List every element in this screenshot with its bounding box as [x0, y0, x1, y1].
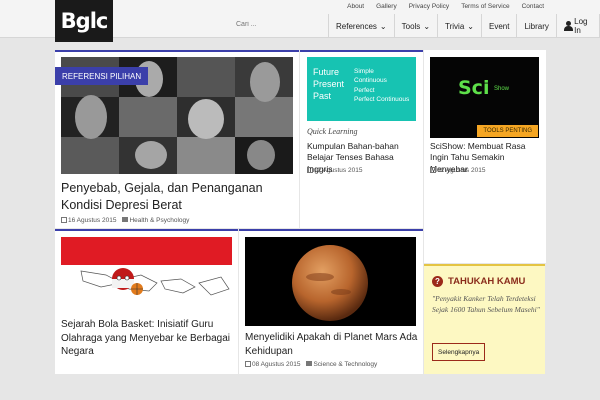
link-about[interactable]: About [347, 3, 364, 10]
calendar-icon [430, 167, 436, 173]
featured-date-text: 16 Agustus 2015 [68, 217, 117, 224]
tenses-perfect-continuous: Perfect Continuous [354, 96, 410, 104]
nav-trivia-label: Trivia [445, 21, 465, 31]
tenses-meta: 12 Agustus 2015 [307, 167, 362, 174]
nav-event[interactable]: Event [480, 14, 516, 38]
mars-planet-photo [245, 237, 416, 326]
site-logo[interactable]: Bglc [55, 0, 113, 42]
user-icon [563, 21, 574, 31]
tenses-image-left: Future Present Past [313, 66, 344, 102]
chevron-down-icon: ⌄ [379, 21, 387, 31]
logo-text: Bglc [60, 9, 109, 33]
mars-date-text: 08 Agustus 2015 [252, 361, 301, 368]
tenses-simple: Simple [354, 68, 374, 75]
tenses-image[interactable]: Future Present Past Simple Continuous Pe… [307, 57, 416, 121]
mars-meta: 08 Agustus 2015 Science & Technology [245, 361, 377, 368]
chevron-down-icon: ⌄ [423, 21, 431, 31]
featured-category-text: Health & Psychology [129, 217, 190, 224]
did-you-know-title: TAHUKAH KAMU [448, 276, 526, 287]
tenses-image-right: Simple Continuous Perfect Perfect Contin… [354, 67, 409, 105]
calendar-icon [307, 167, 313, 173]
basket-title[interactable]: Sejarah Bola Basket: Inisiatif Guru Olah… [61, 318, 236, 359]
featured-title[interactable]: Penyebab, Gejala, dan Penanganan Kondisi… [61, 180, 291, 214]
tenses-date: 12 Agustus 2015 [307, 167, 362, 174]
basket-image[interactable] [61, 237, 232, 306]
nav-library[interactable]: Library [516, 14, 555, 38]
link-terms-of-service[interactable]: Terms of Service [461, 3, 509, 10]
featured-category[interactable]: Health & Psychology [122, 217, 189, 224]
link-gallery[interactable]: Gallery [376, 3, 397, 10]
read-more-button[interactable]: Selengkapnya [432, 343, 486, 361]
featured-badge[interactable]: REFERENSI PILIHAN [55, 67, 149, 85]
scishow-logo-text: Sci [458, 77, 490, 99]
tenses-continuous: Continuous [354, 77, 387, 85]
nav-tools-label: Tools [401, 21, 421, 31]
did-you-know-quote: "Penyakit Kanker Telah Terdeteksi Sejak … [432, 294, 540, 314]
nav-library-label: Library [524, 21, 549, 31]
featured-meta: 16 Agustus 2015 Health & Psychology [61, 217, 189, 224]
mars-category[interactable]: Science & Technology [306, 361, 377, 368]
nav-trivia[interactable]: Trivia ⌄ [437, 14, 481, 38]
main-nav: References ⌄ Tools ⌄ Trivia ⌄ Event Library… [328, 14, 600, 38]
nav-tools[interactable]: Tools ⌄ [393, 14, 437, 38]
indonesia-flag-map [61, 237, 232, 306]
tenses-kicker[interactable]: Quick Learning [307, 127, 357, 138]
nav-login[interactable]: Log In [555, 14, 600, 38]
chevron-down-icon: ⌄ [467, 21, 474, 31]
nav-references[interactable]: References ⌄ [328, 14, 394, 38]
link-privacy-policy[interactable]: Privacy Policy [409, 3, 449, 10]
top-bar: Bglc About Gallery Privacy Policy Terms … [0, 0, 600, 42]
link-contact[interactable]: Contact [522, 3, 544, 10]
mars-title[interactable]: Menyelidiki Apakah di Planet Mars Ada Ke… [245, 331, 420, 358]
tenses-past: Past [313, 91, 332, 102]
scishow-logo-subtext: Show [494, 86, 510, 92]
scishow-date: 02 Agustus 2015 [430, 167, 485, 174]
did-you-know-box: ? TAHUKAH KAMU "Penyakit Kanker Telah Te… [424, 264, 545, 374]
search-input[interactable] [236, 17, 326, 31]
mars-category-text: Science & Technology [313, 361, 378, 368]
featured-date: 16 Agustus 2015 [61, 217, 116, 224]
scishow-badge[interactable]: TOOLS PENTING [477, 125, 538, 137]
calendar-icon [61, 217, 67, 223]
nav-login-label: Log In [574, 17, 588, 35]
tenses-present: Present [313, 79, 345, 90]
top-links: About Gallery Privacy Policy Terms of Se… [347, 3, 544, 10]
calendar-icon [245, 361, 251, 367]
scishow-meta: 02 Agustus 2015 [430, 167, 485, 174]
folder-icon [122, 217, 129, 222]
folder-icon [306, 361, 313, 366]
scishow-date-text: 02 Agustus 2015 [437, 167, 486, 174]
mars-date: 08 Agustus 2015 [245, 361, 300, 368]
question-icon: ? [432, 276, 443, 287]
mars-image[interactable] [245, 237, 416, 326]
did-you-know-heading: ? TAHUKAH KAMU [432, 276, 525, 287]
tenses-perfect: Perfect [354, 86, 375, 94]
nav-references-label: References [336, 21, 377, 31]
nav-event-label: Event [488, 21, 510, 31]
tenses-date-text: 12 Agustus 2015 [314, 167, 363, 174]
tenses-future: Future [313, 67, 340, 77]
